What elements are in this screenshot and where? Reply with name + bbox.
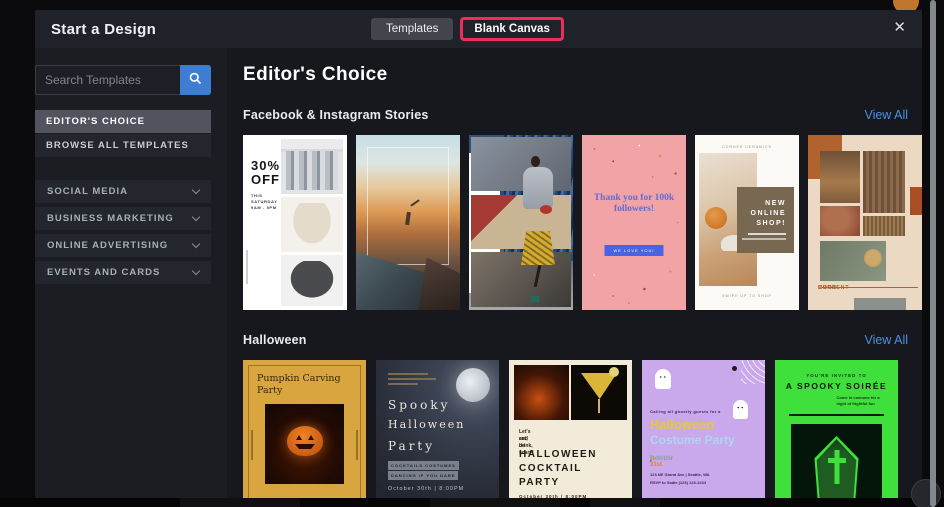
template-thumbnail-spooky-soiree[interactable]: YOU'RE INVITED TO A SPOOKY SOIRÉE Come i… <box>775 360 898 498</box>
spider-graphic <box>732 366 737 371</box>
search-bar <box>35 65 211 95</box>
template-thumbnail-pumpkin-carving[interactable]: Pumpkin Carving Party October 31 | 8:00 … <box>243 360 366 498</box>
chevron-down-icon <box>191 239 201 249</box>
chevron-down-icon <box>191 266 201 276</box>
underlying-page-strip <box>0 498 944 507</box>
section-title-stories: Facebook & Instagram Stories <box>243 108 429 122</box>
app-screen: Start a Design Templates Blank Canvas ✕ … <box>0 0 944 507</box>
clothes-rack-photo <box>281 139 343 194</box>
tab-bar: Templates Blank Canvas <box>371 10 564 48</box>
start-a-design-modal: Start a Design Templates Blank Canvas ✕ … <box>35 10 922 498</box>
jack-o-lantern-photo <box>265 404 344 484</box>
sidebar-item-events-and-cards[interactable]: EVENTS AND CARDS <box>35 261 211 284</box>
sidebar-item-editors-choice[interactable]: EDITOR'S CHOICE <box>35 110 211 133</box>
template-thumbnail-spooky-party[interactable]: Spooky Halloween Party COCKTAILS COSTUME… <box>376 360 499 498</box>
template-thumbnail-fashion-collage[interactable] <box>469 135 573 310</box>
we-love-you-button: WE LOVE YOU! <box>604 245 664 257</box>
sidebar-nav: EDITOR'S CHOICE BROWSE ALL TEMPLATES <box>35 110 211 158</box>
help-bubble-button[interactable] <box>911 479 941 507</box>
ghost-graphic <box>655 369 671 389</box>
moon-graphic <box>456 368 490 402</box>
sidebar-categories: SOCIAL MEDIA BUSINESS MARKETING ONLINE A… <box>35 180 211 288</box>
sidebar-item-business-marketing[interactable]: BUSINESS MARKETING <box>35 207 211 230</box>
search-icon <box>188 71 203 89</box>
modal-header: Start a Design Templates Blank Canvas ✕ <box>35 10 922 48</box>
chevron-down-icon <box>191 212 201 222</box>
pottery-collage-photo <box>820 151 860 203</box>
dark-sweater-photo <box>281 255 343 306</box>
sidebar: EDITOR'S CHOICE BROWSE ALL TEMPLATES SOC… <box>35 48 227 498</box>
template-thumbnail-cliff-handstand[interactable] <box>356 135 460 310</box>
modal-title: Start a Design <box>51 20 157 38</box>
tab-blank-canvas[interactable]: Blank Canvas <box>460 17 564 41</box>
templates-panel: Editor's Choice Facebook & Instagram Sto… <box>227 48 922 498</box>
search-input[interactable] <box>35 65 180 95</box>
model-figure <box>523 166 554 209</box>
sweater-photo <box>281 197 343 252</box>
template-thumbnail-costume-party[interactable]: Calling all ghostly guests for a Hallowe… <box>642 360 765 498</box>
template-thumbnail-sale[interactable]: 30% OFF THIS SATURDAY 9AM - 5PM <box>243 135 347 310</box>
sidebar-item-browse-all-templates[interactable]: BROWSE ALL TEMPLATES <box>35 134 211 157</box>
vertical-scrollbar[interactable] <box>930 0 936 507</box>
sidebar-item-social-media[interactable]: SOCIAL MEDIA <box>35 180 211 203</box>
page-title: Editor's Choice <box>243 64 388 85</box>
template-thumbnail-current-mood[interactable]: CURRENT MOOD <box>808 135 922 310</box>
close-icon[interactable]: ✕ <box>893 20 906 35</box>
halloween-thumbnail-row: Pumpkin Carving Party October 31 | 8:00 … <box>243 360 898 498</box>
section-title-halloween: Halloween <box>243 333 307 347</box>
pumpkin-cocktail-photo <box>514 365 569 420</box>
search-button[interactable] <box>180 65 211 95</box>
view-all-stories-link[interactable]: View All <box>864 108 908 122</box>
template-thumbnail-online-shop[interactable]: CORNER CERAMICS NEW ONLINE SHOP! SWIPE U… <box>695 135 799 310</box>
martini-photo <box>571 365 627 420</box>
template-thumbnail-thank-you[interactable]: Thank you for 100k followers! WE LOVE YO… <box>582 135 686 310</box>
stories-thumbnail-row: 30% OFF THIS SATURDAY 9AM - 5PM Thank yo… <box>243 135 922 310</box>
template-thumbnail-cocktail-party[interactable]: Let's eat, drink, and be scary! HALLOWEEN… <box>509 360 632 498</box>
spider-web-graphic <box>741 360 765 384</box>
ghost-graphic <box>733 400 748 419</box>
view-all-halloween-link[interactable]: View All <box>864 333 908 347</box>
sidebar-item-online-advertising[interactable]: ONLINE ADVERTISING <box>35 234 211 257</box>
chevron-down-icon <box>191 185 201 195</box>
cross-graphic <box>834 450 839 484</box>
tab-templates[interactable]: Templates <box>371 18 454 40</box>
